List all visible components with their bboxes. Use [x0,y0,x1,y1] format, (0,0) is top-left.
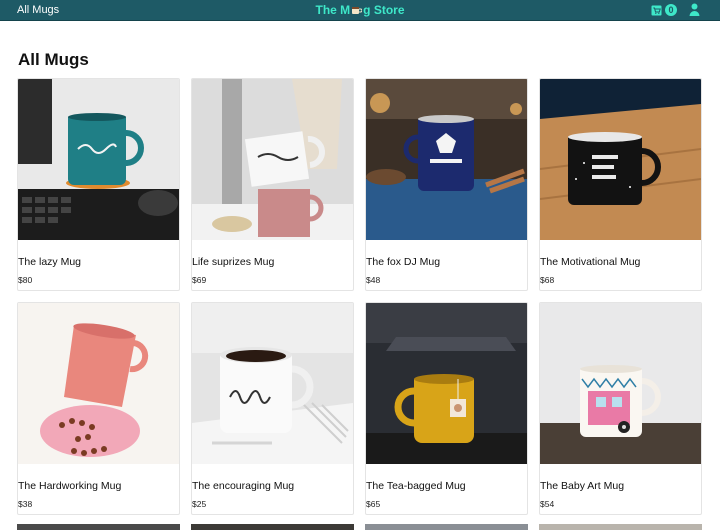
product-card-partial[interactable] [365,524,528,530]
product-image[interactable] [366,79,527,240]
user-icon[interactable] [689,3,700,16]
product-name[interactable]: The Baby Art Mug [540,480,624,493]
product-price: $25 [192,499,207,509]
product-card[interactable]: The Tea-bagged Mug $65 [365,302,528,515]
product-price: $54 [540,499,555,509]
product-card[interactable]: The Hardworking Mug $38 [17,302,180,515]
product-price: $80 [18,275,33,285]
page-title: All Mugs [18,50,89,69]
top-navbar: All Mugs The M g Store 0 [0,0,720,21]
cart-count-badge: 0 [665,4,677,16]
product-grid-next-row [17,524,703,530]
product-price: $68 [540,275,555,285]
product-name[interactable]: The fox DJ Mug [366,256,440,269]
product-name[interactable]: The Hardworking Mug [18,480,121,493]
brand-text-prefix: The M [315,3,351,17]
product-image[interactable] [192,79,353,240]
product-name[interactable]: The encouraging Mug [192,480,294,493]
product-card[interactable]: The Motivational Mug $68 [539,78,702,291]
product-image[interactable] [192,303,353,464]
product-card-partial[interactable] [191,524,354,530]
product-image[interactable] [18,79,179,240]
product-name[interactable]: Life suprizes Mug [192,256,274,269]
brand-text-suffix: g Store [363,3,405,17]
product-name[interactable]: The Tea-bagged Mug [366,480,466,493]
product-grid: The lazy Mug $80 Life suprizes Mug $69 T… [17,78,703,515]
product-card[interactable]: The fox DJ Mug $48 [365,78,528,291]
nav-link-all-mugs[interactable]: All Mugs [17,3,59,17]
shopping-cart-icon [651,5,662,15]
product-price: $69 [192,275,207,285]
product-card-partial[interactable] [17,524,180,530]
product-image[interactable] [540,79,701,240]
product-image[interactable] [540,303,701,464]
product-card[interactable]: The encouraging Mug $25 [191,302,354,515]
product-card-partial[interactable] [539,524,702,530]
product-price: $65 [366,499,381,509]
mug-icon [352,7,363,14]
cart-button[interactable]: 0 [651,3,677,17]
product-image[interactable] [18,303,179,464]
product-name[interactable]: The lazy Mug [18,256,81,269]
product-price: $48 [366,275,381,285]
brand-logo[interactable]: The M g Store [0,2,720,18]
product-card[interactable]: Life suprizes Mug $69 [191,78,354,291]
product-price: $38 [18,499,33,509]
product-image[interactable] [366,303,527,464]
product-name[interactable]: The Motivational Mug [540,256,640,269]
product-card[interactable]: The lazy Mug $80 [17,78,180,291]
product-card[interactable]: The Baby Art Mug $54 [539,302,702,515]
